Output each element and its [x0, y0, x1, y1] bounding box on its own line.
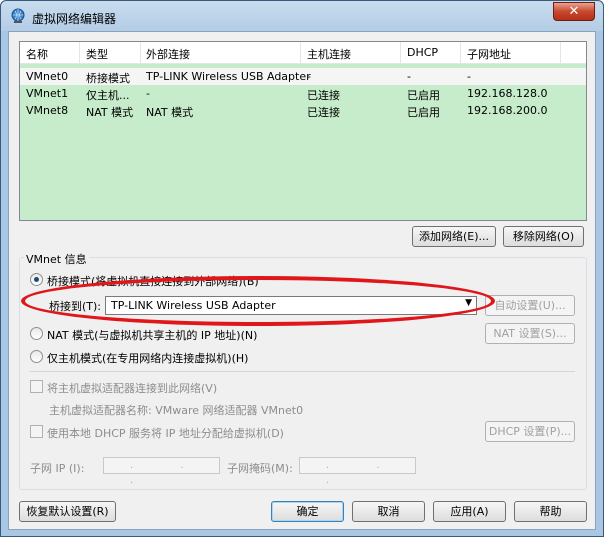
restore-defaults-button[interactable]: 恢复默认设置(R)	[19, 501, 116, 522]
dropdown-arrow-icon: ▼	[465, 298, 472, 308]
cell-subnet: 192.168.128.0	[467, 87, 548, 100]
column-header-name[interactable]: 名称	[26, 46, 48, 62]
column-header-external[interactable]: 外部连接	[146, 46, 190, 62]
table-row-vmnet8[interactable]: VMnet8 NAT 模式 NAT 模式 已连接 已启用 192.168.200…	[20, 102, 586, 119]
table-row-vmnet0[interactable]: VMnet0 桥接模式 TP-LINK Wireless USB Adapter…	[20, 68, 586, 85]
cell-type: 仅主机...	[86, 89, 130, 102]
cancel-button[interactable]: 取消	[352, 501, 425, 522]
bridged-mode-radio[interactable]	[30, 273, 43, 286]
cell-host: -	[307, 70, 311, 83]
column-divider	[560, 42, 561, 64]
cell-type: 桥接模式	[86, 72, 130, 85]
remove-network-button[interactable]: 移除网络(O)	[503, 226, 584, 247]
nat-mode-label[interactable]: NAT 模式(与虚拟机共享主机的 IP 地址)(N)	[47, 327, 257, 343]
cell-external: -	[146, 87, 150, 100]
subnet-mask-label: 子网掩码(M):	[227, 462, 293, 475]
cell-name: VMnet1	[26, 87, 69, 100]
cell-host: 已连接	[307, 89, 340, 102]
column-divider	[140, 42, 141, 64]
apply-button[interactable]: 应用(A)	[433, 501, 506, 522]
dialog-body: 名称 类型 外部连接 主机连接 DHCP 子网地址 VMnet0 桥接模式 TP…	[8, 31, 596, 530]
help-button[interactable]: 帮助	[514, 501, 587, 522]
network-list[interactable]: 名称 类型 外部连接 主机连接 DHCP 子网地址 VMnet0 桥接模式 TP…	[19, 41, 587, 221]
bridged-mode-label[interactable]: 桥接模式(将虚拟机直接连接到外部网络)(B)	[47, 273, 259, 289]
cell-dhcp: 已启用	[407, 89, 440, 102]
cell-external: TP-LINK Wireless USB Adapter	[146, 70, 311, 83]
vmnet-info-group	[19, 257, 587, 490]
column-header-type[interactable]: 类型	[86, 46, 108, 62]
cell-type: NAT 模式	[86, 106, 134, 119]
cell-dhcp: 已启用	[407, 106, 440, 119]
cell-name: VMnet8	[26, 104, 69, 117]
cell-host: 已连接	[307, 106, 340, 119]
network-globe-icon	[10, 8, 26, 24]
subnet-mask-field[interactable]: . . .	[299, 457, 416, 486]
use-dhcp-checkbox[interactable]	[30, 425, 43, 438]
ok-button[interactable]: 确定	[271, 501, 344, 522]
table-row-vmnet1[interactable]: VMnet1 仅主机... - 已连接 已启用 192.168.128.0	[20, 85, 586, 102]
column-divider	[400, 42, 401, 64]
column-divider	[460, 42, 461, 64]
column-divider	[300, 42, 301, 64]
subnet-ip-field[interactable]: . . .	[103, 457, 220, 486]
cell-external: NAT 模式	[146, 106, 194, 119]
nat-settings-button[interactable]: NAT 设置(S)...	[485, 323, 575, 344]
auto-settings-button[interactable]: 自动设置(U)...	[485, 295, 575, 316]
connect-adapter-checkbox[interactable]	[30, 380, 43, 393]
nat-mode-radio[interactable]	[30, 327, 43, 340]
close-button[interactable]: ✕	[553, 2, 595, 21]
window-title: 虚拟网络编辑器	[32, 12, 117, 26]
use-dhcp-label[interactable]: 使用本地 DHCP 服务将 IP 地址分配给虚拟机(D)	[47, 425, 284, 441]
bridged-to-select[interactable]: TP-LINK Wireless USB Adapter ▼	[105, 296, 477, 315]
dhcp-settings-button[interactable]: DHCP 设置(P)...	[485, 421, 575, 442]
adapter-name-label: 主机虚拟适配器名称: VMware 网络适配器 VMnet0	[49, 404, 304, 417]
close-icon: ✕	[568, 4, 580, 19]
connect-adapter-label[interactable]: 将主机虚拟适配器连接到此网络(V)	[47, 380, 217, 396]
column-header-dhcp[interactable]: DHCP	[407, 46, 438, 59]
cell-dhcp: -	[407, 70, 411, 83]
column-header-host[interactable]: 主机连接	[307, 46, 351, 62]
network-list-header: 名称 类型 外部连接 主机连接 DHCP 子网地址	[20, 42, 586, 64]
column-header-subnet[interactable]: 子网地址	[467, 46, 511, 62]
vmnet-info-title: VMnet 信息	[24, 251, 89, 267]
column-divider	[79, 42, 80, 64]
virtual-network-editor-window: 虚拟网络编辑器 ✕ 名称 类型 外部连接 主机连接 DHCP 子网地址 VMne…	[0, 0, 604, 537]
cell-name: VMnet0	[26, 70, 69, 83]
cell-subnet: -	[467, 70, 471, 83]
bridged-to-value: TP-LINK Wireless USB Adapter	[111, 299, 276, 312]
subnet-ip-label: 子网 IP (I):	[30, 462, 85, 475]
cell-subnet: 192.168.200.0	[467, 104, 548, 117]
divider	[29, 371, 575, 372]
bridged-to-label: 桥接到(T):	[49, 300, 102, 313]
add-network-button[interactable]: 添加网络(E)...	[412, 226, 496, 247]
host-only-radio[interactable]	[30, 350, 43, 363]
title-bar[interactable]: 虚拟网络编辑器 ✕	[1, 1, 603, 31]
host-only-label[interactable]: 仅主机模式(在专用网络内连接虚拟机)(H)	[47, 350, 248, 366]
